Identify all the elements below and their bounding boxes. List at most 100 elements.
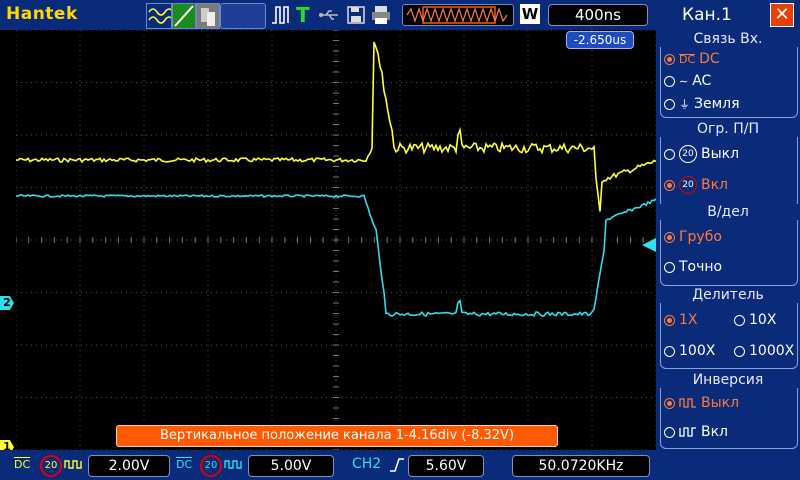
axis-tick [333, 187, 339, 188]
axis-tick [41, 237, 43, 243]
ch2-invert-icon[interactable] [224, 457, 244, 476]
probe-option-label: 10X [749, 312, 777, 328]
axis-tick [130, 237, 132, 243]
axis-tick [617, 237, 619, 243]
ch2-coupling-dc-icon[interactable]: DC [176, 457, 193, 471]
ch1-coupling-dc-icon[interactable]: DC [14, 457, 31, 471]
axis-tick [333, 250, 339, 251]
persistence-icon[interactable] [196, 3, 220, 29]
waveform-display-mode-icon[interactable] [146, 3, 174, 29]
print-icon[interactable] [370, 3, 392, 27]
axis-tick [399, 237, 401, 243]
ch1-invert-icon[interactable] [64, 457, 84, 476]
axis-tick [333, 271, 339, 272]
timebase-readout[interactable]: 400ns [548, 4, 648, 26]
axis-tick [333, 397, 339, 398]
axis-tick [565, 237, 567, 243]
axis-tick [322, 237, 324, 243]
axis-tick [361, 237, 363, 243]
close-icon[interactable]: ✕ [770, 3, 794, 27]
axis-tick [373, 237, 375, 243]
trigger-delay-readout: -2.650us [566, 31, 634, 49]
axis-tick [333, 376, 339, 377]
ch2-scale-readout[interactable]: 5.00V [248, 455, 334, 477]
rising-edge-icon[interactable] [388, 455, 406, 479]
volts-div-option-label: Грубо [679, 229, 722, 245]
axis-tick [642, 237, 644, 243]
probe-option-label: 1X [679, 312, 698, 328]
trigger-level-readout[interactable]: 5.60V [408, 455, 484, 477]
bw-limit-option-off[interactable]: 20 Выкл [664, 145, 739, 163]
axis-tick [333, 260, 339, 262]
save-disk-icon[interactable] [346, 3, 366, 27]
axis-tick [489, 237, 491, 243]
usb-icon[interactable] [318, 3, 342, 27]
waveform-display[interactable] [15, 29, 657, 451]
axis-tick [333, 40, 339, 41]
status-box [220, 3, 266, 29]
radio-icon [664, 426, 675, 438]
invert-option-label: Вкл [701, 424, 729, 440]
channel-1-menu-panel: Кан.1 ✕ Связь Вх. DC DC ∼ AC ⏚ Земля Огр… [656, 0, 800, 480]
pulse-inverted-icon [679, 427, 696, 437]
trigger-mode-indicator: T [296, 3, 310, 27]
axis-tick [578, 237, 580, 243]
axis-tick [258, 237, 260, 243]
axis-tick [194, 237, 196, 243]
invert-option-off[interactable]: Выкл [664, 395, 739, 411]
waveform-graticule [15, 29, 657, 451]
axis-tick [333, 71, 339, 73]
axis-tick [207, 237, 209, 243]
axis-tick [333, 61, 339, 62]
axis-tick [28, 237, 30, 243]
volts-div-option-coarse[interactable]: Грубо [664, 229, 722, 245]
trigger-source-label[interactable]: CH2 [352, 456, 381, 472]
axis-tick [333, 386, 339, 388]
probe-option-1000x[interactable]: 1000X [734, 343, 794, 359]
axis-tick [501, 237, 503, 243]
coupling-option-dc[interactable]: DC DC [664, 51, 720, 67]
coupling-header: Связь Вх. [656, 31, 800, 47]
axis-tick [333, 155, 339, 157]
probe-option-10x[interactable]: 10X [734, 312, 776, 328]
probe-option-100x[interactable]: 100X [664, 343, 715, 359]
volts-div-option-fine[interactable]: Точно [664, 259, 722, 275]
axis-tick [333, 365, 339, 367]
bw-limit-option-on[interactable]: 20 Вкл [664, 176, 728, 194]
axis-tick [333, 82, 339, 83]
invert-option-on[interactable]: Вкл [664, 424, 728, 440]
ch2-bandwidth-limit-icon[interactable]: 20 [200, 455, 222, 477]
ch1-scale-readout[interactable]: 2.00V [88, 455, 170, 477]
axis-tick [333, 281, 339, 283]
probe-option-label: 100X [679, 343, 716, 359]
coupling-option-ac[interactable]: ∼ AC [664, 73, 711, 89]
axis-tick [181, 237, 183, 243]
panel-title: Кан.1 [682, 5, 732, 25]
window-mode-button[interactable]: W [520, 4, 540, 24]
axis-tick [105, 237, 107, 243]
axis-tick [220, 237, 222, 243]
axis-tick [66, 237, 68, 243]
channel-2-marker[interactable]: 2 [0, 296, 14, 310]
radio-icon [734, 314, 745, 326]
channel-1-trace [15, 41, 657, 212]
radio-icon [664, 231, 675, 243]
axis-tick [333, 355, 339, 356]
axis-tick [333, 418, 339, 419]
radio-icon [664, 345, 675, 357]
coupling-option-ground[interactable]: ⏚ Земля [664, 96, 740, 112]
ch1-bandwidth-limit-icon[interactable]: 20 [40, 455, 62, 477]
vectors-icon[interactable] [172, 3, 196, 29]
panel-header: Кан.1 ✕ [656, 0, 800, 30]
axis-tick [333, 176, 339, 178]
trigger-run-icon[interactable] [270, 3, 292, 27]
axis-tick [540, 237, 542, 243]
axis-tick [333, 166, 339, 167]
probe-option-1x[interactable]: 1X [664, 312, 698, 328]
axis-tick [437, 237, 439, 243]
frequency-readout: 50.0720KHz [512, 455, 650, 477]
memory-depth-indicator[interactable] [402, 4, 514, 26]
top-toolbar: Hantek T W 400ns [0, 0, 656, 30]
axis-tick [333, 103, 339, 104]
axis-tick [333, 29, 339, 31]
